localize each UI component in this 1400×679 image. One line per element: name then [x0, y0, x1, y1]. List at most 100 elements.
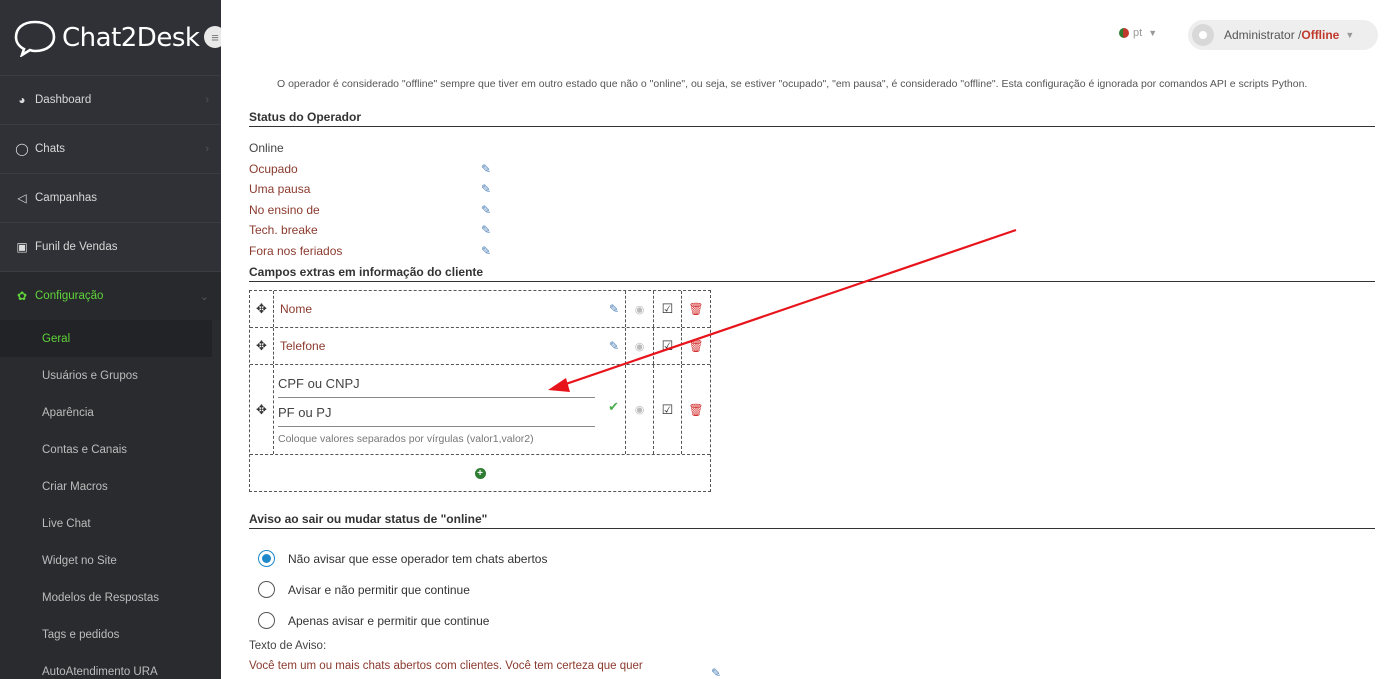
sidebar-item-campanhas[interactable]: ◁ Campanhas	[0, 173, 221, 222]
avatar	[1192, 24, 1214, 46]
eye-icon[interactable]: ◉	[626, 328, 654, 364]
flag-icon	[1119, 28, 1129, 38]
drag-handle-icon[interactable]: ✥	[250, 365, 274, 454]
radio-label: Avisar e não permitir que continue	[288, 582, 470, 597]
field-name-cell: Nome ✎	[274, 291, 626, 327]
field-edit-cell: Coloque valores separados por vírgulas (…	[274, 365, 626, 454]
submenu-item-modelos[interactable]: Modelos de Respostas	[0, 579, 221, 616]
warning-text-label: Texto de Aviso:	[249, 640, 327, 652]
megaphone-icon: ◁	[17, 191, 27, 205]
add-field-button[interactable]: +	[474, 467, 486, 479]
submenu-item-usuarios[interactable]: Usuários e Grupos	[0, 357, 221, 394]
pencil-icon[interactable]: ✎	[481, 223, 491, 237]
sidebar-item-label: Campanhas	[35, 192, 98, 204]
radio-option-no-warn[interactable]: Não avisar que esse operador tem chats a…	[258, 543, 547, 574]
sidebar-item-label: Configuração	[35, 290, 104, 302]
section-title-fields: Campos extras em informação do cliente	[249, 265, 1375, 282]
section-title-aviso: Aviso ao sair ou mudar status de "online…	[249, 512, 1375, 529]
chevron-right-icon: ›	[205, 94, 209, 106]
logo-text: Chat2Desk	[62, 22, 200, 53]
radio-option-warn-block[interactable]: Avisar e não permitir que continue	[258, 574, 547, 605]
plus-icon: +	[477, 467, 483, 479]
status-badge: Offline	[1301, 28, 1340, 42]
eye-icon[interactable]: ◉	[626, 365, 654, 454]
submenu-item-tags[interactable]: Tags e pedidos	[0, 616, 221, 653]
radio-label: Apenas avisar e permitir que continue	[288, 613, 490, 628]
pencil-icon[interactable]: ✎	[711, 666, 721, 679]
field-name-cell: Telefone ✎	[274, 328, 626, 364]
status-pausa[interactable]: Uma pausa ✎	[249, 179, 509, 200]
user-menu[interactable]: Administrator / Offline ▼	[1188, 20, 1378, 50]
field-name: Nome	[280, 302, 313, 316]
submenu-item-livechat[interactable]: Live Chat	[0, 505, 221, 542]
status-label: Tech. breake	[249, 223, 318, 238]
status-ocupado[interactable]: Ocupado ✎	[249, 159, 509, 180]
submenu-item-ura[interactable]: AutoAtendimento URA	[0, 653, 221, 679]
submenu-item-widget[interactable]: Widget no Site	[0, 542, 221, 579]
drag-handle-icon[interactable]: ✥	[250, 328, 274, 364]
caret-down-icon: ▼	[1148, 28, 1158, 38]
trash-icon[interactable]: 🗑	[682, 291, 710, 327]
submenu-item-contas[interactable]: Contas e Canais	[0, 431, 221, 468]
checkmark-icon[interactable]: ✔	[608, 399, 619, 415]
radio-button[interactable]	[258, 550, 275, 567]
status-ensino[interactable]: No ensino de ✎	[249, 200, 509, 221]
drag-handle-icon[interactable]: ✥	[250, 291, 274, 327]
status-label: No ensino de	[249, 202, 320, 217]
status-tech-break[interactable]: Tech. breake ✎	[249, 220, 509, 241]
language-selector[interactable]: pt ▼	[1119, 27, 1157, 39]
pencil-icon[interactable]: ✎	[481, 182, 491, 196]
section-title-status: Status do Operador	[249, 110, 1375, 127]
trash-icon[interactable]: 🗑	[682, 328, 710, 364]
status-label: Online	[249, 141, 284, 156]
radio-button[interactable]	[258, 612, 275, 629]
radio-label: Não avisar que esse operador tem chats a…	[288, 551, 548, 566]
status-label: Fora nos feriados	[249, 243, 343, 258]
pencil-icon[interactable]: ✎	[481, 162, 491, 176]
table-row: ✥ Telefone ✎ ◉ ☑ 🗑	[250, 328, 710, 365]
radio-button[interactable]	[258, 581, 275, 598]
chevron-right-icon: ›	[205, 143, 209, 155]
edit-icon[interactable]: ☑	[654, 365, 682, 454]
chat-bubble-logo-icon	[14, 20, 56, 57]
table-row: ✥ Nome ✎ ◉ ☑ 🗑	[250, 291, 710, 328]
warning-options: Não avisar que esse operador tem chats a…	[258, 543, 547, 636]
gear-icon: ✿	[16, 289, 28, 303]
eye-icon[interactable]: ◉	[626, 291, 654, 327]
sidebar-item-configuracao[interactable]: ✿ Configuração ⌄	[0, 271, 221, 320]
dashboard-icon: ◕	[18, 93, 26, 107]
field-values-input[interactable]	[278, 402, 595, 427]
pencil-icon[interactable]: ✎	[609, 302, 619, 316]
topbar: pt ▼ Administrator / Offline ▼	[221, 0, 1400, 75]
offline-notice: O operador é considerado "offline" sempr…	[277, 78, 1308, 90]
sidebar-item-chats[interactable]: ◯ Chats ›	[0, 124, 221, 173]
field-name-input[interactable]	[278, 373, 595, 398]
logo[interactable]: Chat2Desk	[0, 0, 221, 75]
status-label: Ocupado	[249, 161, 298, 176]
pencil-icon[interactable]: ✎	[609, 339, 619, 353]
sidebar-item-funil[interactable]: ▣ Funil de Vendas	[0, 222, 221, 271]
radio-option-warn-allow[interactable]: Apenas avisar e permitir que continue	[258, 605, 547, 636]
chevron-down-icon: ⌄	[199, 290, 209, 303]
warning-text-value[interactable]: Você tem um ou mais chats abertos com cl…	[249, 660, 643, 672]
money-icon: ▣	[16, 240, 28, 254]
submenu-item-macros[interactable]: Criar Macros	[0, 468, 221, 505]
submenu-item-geral[interactable]: Geral	[0, 320, 212, 357]
sidebar-item-dashboard[interactable]: ◕ Dashboard ›	[0, 75, 221, 124]
status-list: Online Ocupado ✎ Uma pausa ✎ No ensino de ✎…	[249, 138, 509, 261]
sidebar-item-label: Dashboard	[35, 94, 92, 106]
field-values-hint: Coloque valores separados por vírgulas (…	[278, 433, 534, 445]
sidebar-item-label: Funil de Vendas	[35, 241, 118, 253]
user-name: Administrator /	[1224, 28, 1302, 42]
field-name: Telefone	[280, 339, 326, 353]
status-feriados[interactable]: Fora nos feriados ✎	[249, 241, 509, 262]
edit-icon[interactable]: ☑	[654, 291, 682, 327]
extra-fields-table: ✥ Nome ✎ ◉ ☑ 🗑 ✥ Telefone ✎ ◉ ☑ 🗑 ✥ Coloqu…	[249, 290, 711, 492]
caret-down-icon: ▼	[1345, 30, 1355, 40]
user-icon	[1199, 31, 1207, 39]
pencil-icon[interactable]: ✎	[481, 203, 491, 217]
submenu-item-aparencia[interactable]: Aparência	[0, 394, 221, 431]
pencil-icon[interactable]: ✎	[481, 244, 491, 258]
trash-icon[interactable]: 🗑	[682, 365, 710, 454]
edit-icon[interactable]: ☑	[654, 328, 682, 364]
